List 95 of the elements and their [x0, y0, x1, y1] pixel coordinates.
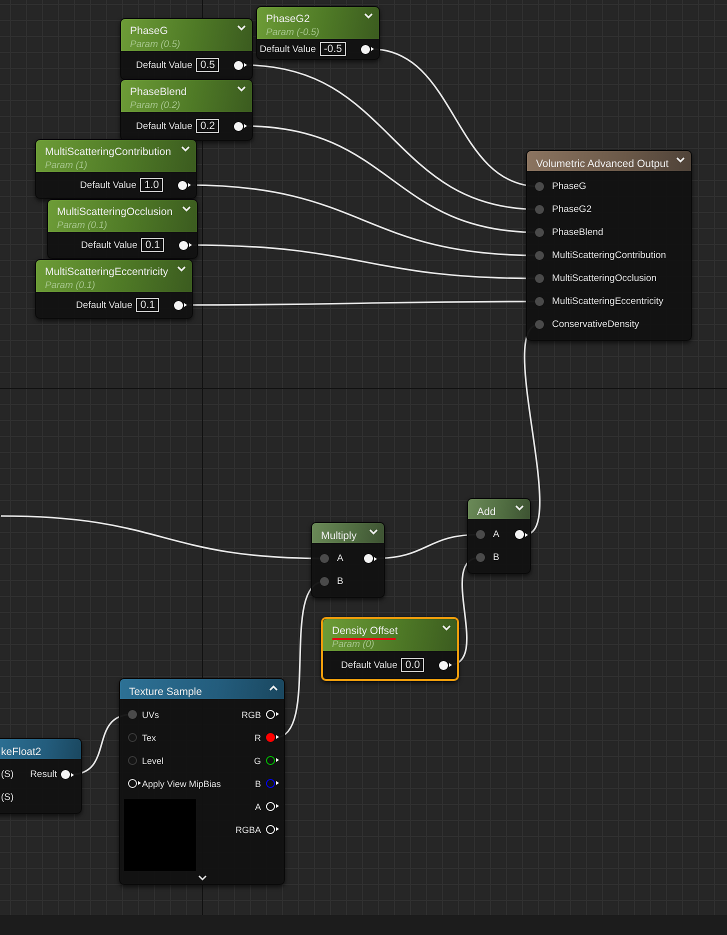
- value-field[interactable]: 0.1: [141, 238, 164, 252]
- field-label: Default Value: [136, 60, 192, 70]
- pin-label: Level: [142, 756, 164, 766]
- pin-label: PhaseG2: [552, 204, 592, 215]
- node-title: Density Offset: [332, 624, 398, 638]
- value-field[interactable]: -0.5: [320, 42, 346, 56]
- pin-label: A: [254, 802, 261, 812]
- value-field[interactable]: 1.0: [140, 178, 163, 192]
- input-pin[interactable]: [535, 320, 544, 329]
- value-field[interactable]: 0.0: [401, 658, 424, 672]
- parameter-node[interactable]: PhaseG Param (0.5) Default Value 0.5: [120, 18, 253, 80]
- pin-label: Result: [30, 769, 57, 780]
- texture-sample-node[interactable]: Texture Sample UVs Tex Level Apply View MipBias RGB R G B A RGBA: [119, 678, 285, 885]
- value-field[interactable]: 0.2: [196, 119, 219, 133]
- parameter-node[interactable]: PhaseG2 Param (-0.5) Default Value -0.5: [256, 6, 380, 60]
- parameter-node[interactable]: PhaseBlend Param (0.2) Default Value 0.2: [120, 79, 253, 141]
- pin-label: R: [254, 732, 261, 742]
- pin-label: ConservativeDensity: [552, 319, 640, 330]
- input-pin[interactable]: [128, 710, 137, 719]
- node-subtitle: Param (0.1): [57, 220, 108, 232]
- expand-icon[interactable]: [442, 625, 451, 631]
- field-label: Default Value: [136, 120, 192, 132]
- node-title: PhaseG2: [266, 12, 310, 26]
- field-label: Default Value: [260, 44, 316, 54]
- input-pin[interactable]: [535, 182, 544, 191]
- pin-label: MultiScatteringOcclusion: [552, 273, 657, 284]
- pin-label: B: [493, 552, 500, 563]
- field-label: Default Value: [81, 240, 138, 250]
- output-node[interactable]: Volumetric Advanced Output PhaseG PhaseG2 PhaseBlend MultiScatteringContribution MultiScatteringOcclusion MultiScatteringEccentricity ConservativeDensity: [526, 150, 692, 341]
- field-label: Default Value: [80, 180, 136, 190]
- parameter-node[interactable]: MultiScatteringEccentricity Param (0.1) Default Value 0.1: [35, 259, 193, 319]
- input-pin[interactable]: [535, 205, 544, 214]
- input-pin[interactable]: [535, 228, 544, 237]
- expand-icon[interactable]: [177, 266, 186, 272]
- expand-icon[interactable]: [676, 157, 685, 163]
- input-pin[interactable]: [128, 756, 137, 765]
- node-title: keFloat2: [1, 745, 42, 759]
- node-subtitle: Param (1): [45, 160, 88, 172]
- input-pin[interactable]: [535, 274, 544, 283]
- pin-label: RGB: [241, 710, 261, 720]
- pin-label: (S): [1, 792, 14, 803]
- node-title: Multiply: [321, 529, 357, 543]
- parameter-node[interactable]: Density Offset Param (0) Default Value 0.0: [321, 617, 459, 681]
- collapse-icon[interactable]: [269, 685, 278, 691]
- input-pin[interactable]: [535, 251, 544, 260]
- value-field[interactable]: 0.5: [196, 58, 219, 72]
- pin-label: MultiScatteringEccentricity: [552, 296, 664, 307]
- pin-label: B: [337, 576, 344, 587]
- input-pin[interactable]: [320, 577, 329, 586]
- node-title: MultiScatteringContribution: [45, 145, 172, 159]
- expand-icon[interactable]: [364, 13, 373, 19]
- pin-label: B: [254, 778, 261, 788]
- node-subtitle: Param (0.5): [130, 39, 182, 51]
- pin-label: A: [493, 529, 500, 540]
- node-subtitle: Param (-0.5): [266, 27, 320, 39]
- pin-label: UVs: [142, 710, 160, 720]
- expand-icon[interactable]: [198, 875, 206, 881]
- input-pin[interactable]: [320, 554, 329, 563]
- value-field[interactable]: 0.1: [136, 298, 159, 312]
- pin-label: PhaseG: [552, 181, 586, 192]
- input-pin[interactable]: [128, 733, 137, 742]
- node-title: Texture Sample: [129, 685, 202, 699]
- parameter-node[interactable]: MultiScatteringContribution Param (1) Default Value 1.0: [35, 139, 197, 199]
- input-pin[interactable]: [476, 530, 485, 539]
- pin-label: RGBA: [235, 824, 261, 834]
- pin-label: Tex: [142, 732, 156, 742]
- field-label: Default Value: [76, 300, 132, 310]
- expand-icon[interactable]: [237, 25, 246, 31]
- node-title: PhaseG: [130, 24, 168, 38]
- expand-icon[interactable]: [181, 146, 190, 152]
- make-float-node[interactable]: keFloat2 (S) Result (S): [0, 738, 82, 814]
- input-pin[interactable]: [535, 297, 544, 306]
- expand-icon[interactable]: [237, 86, 246, 92]
- input-pin[interactable]: [476, 553, 485, 562]
- pin-label: A: [337, 553, 344, 564]
- expand-icon[interactable]: [515, 505, 524, 511]
- pin-label: PhaseBlend: [552, 227, 604, 238]
- pin-label: (S): [1, 769, 14, 780]
- field-label: Default Value: [341, 660, 398, 670]
- math-node[interactable]: Multiply A B: [311, 522, 385, 598]
- pin-label: G: [254, 756, 261, 766]
- expand-icon[interactable]: [182, 206, 191, 212]
- node-title: MultiScatteringEccentricity: [45, 265, 168, 279]
- pin-label: Apply View MipBias: [142, 778, 221, 788]
- math-node[interactable]: Add A B: [467, 498, 531, 574]
- node-title: MultiScatteringOcclusion: [57, 205, 173, 219]
- node-subtitle: Param (0.1): [45, 280, 96, 292]
- node-title: PhaseBlend: [130, 85, 187, 99]
- node-subtitle: Param (0.2): [130, 100, 182, 112]
- pin-label: MultiScatteringContribution: [552, 250, 666, 261]
- parameter-node[interactable]: MultiScatteringOcclusion Param (0.1) Default Value 0.1: [47, 199, 198, 259]
- node-title: Volumetric Advanced Output: [536, 157, 668, 171]
- node-subtitle: Param (0): [332, 639, 376, 651]
- expand-icon[interactable]: [369, 529, 378, 535]
- node-title: Add: [477, 505, 496, 519]
